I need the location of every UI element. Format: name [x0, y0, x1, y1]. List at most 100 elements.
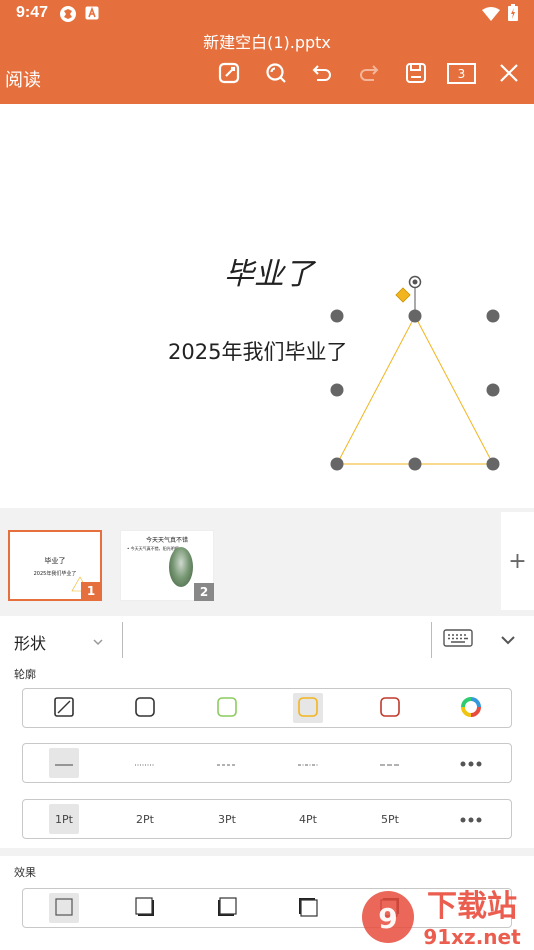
line-style-dash-dot[interactable] — [293, 748, 323, 778]
save-icon — [404, 61, 428, 89]
keyboard-button[interactable] — [443, 628, 473, 652]
shadow-icon — [134, 896, 156, 921]
outline-color-row — [22, 688, 512, 728]
status-bar: 9:47 — [0, 0, 534, 28]
line-style-dotted[interactable] — [130, 748, 160, 778]
site-watermark-logo: 9 下载站 91xz.net — [362, 889, 521, 949]
save-button[interactable] — [401, 60, 431, 90]
line-style-long-dash[interactable] — [375, 748, 405, 778]
slide-thumbnail-strip: 毕业了 2025年我们毕业了 1 今天天气真不错 • 今天天气真不错，阳光明媚 … — [0, 508, 534, 612]
line-long-dash-icon — [379, 757, 401, 770]
outline-color-yellow[interactable] — [293, 693, 323, 723]
thumb-photo — [169, 547, 193, 587]
divider — [431, 622, 432, 658]
add-slide-button[interactable]: + — [501, 512, 534, 610]
no-outline-icon — [54, 696, 74, 720]
outline-section: 轮廓 1Pt 2Pt 3Pt 4Pt 5Pt — [0, 664, 534, 848]
svg-text:91xz.net: 91xz.net — [423, 925, 521, 949]
line-width-more[interactable] — [456, 804, 486, 834]
shape-selector[interactable]: 形状 — [14, 630, 46, 654]
resize-handle-top-left[interactable] — [330, 309, 344, 323]
svg-text:下载站: 下载站 — [427, 889, 517, 924]
line-style-row — [22, 743, 512, 783]
effect-shadow-top-left[interactable] — [293, 893, 323, 923]
resize-handle-bottom-left[interactable] — [330, 457, 344, 471]
line-width-2pt[interactable]: 2Pt — [130, 804, 160, 834]
adjust-handle[interactable] — [395, 287, 411, 303]
close-button[interactable] — [494, 60, 524, 90]
wifi-icon — [482, 6, 500, 25]
resize-handle-bottom-right[interactable] — [486, 457, 500, 471]
line-width-5pt[interactable]: 5Pt — [375, 804, 405, 834]
edit-icon — [217, 61, 241, 89]
panel-header: 形状 — [0, 616, 534, 664]
resize-handle-left[interactable] — [330, 383, 344, 397]
outline-label: 轮廓 — [14, 668, 36, 681]
outline-color-green[interactable] — [212, 693, 242, 723]
line-solid-icon — [54, 757, 74, 770]
more-icon — [460, 813, 482, 826]
thumbnail-list: 毕业了 2025年我们毕业了 1 今天天气真不错 • 今天天气真不错，阳光明媚 … — [0, 512, 500, 610]
line-dotted-icon — [134, 757, 156, 770]
color-swatch-icon — [380, 696, 400, 720]
edit-button[interactable] — [214, 60, 244, 90]
more-icon — [460, 757, 482, 770]
thumb-number: 2 — [194, 583, 214, 601]
color-wheel-icon — [460, 696, 482, 721]
outline-color-red[interactable] — [375, 693, 405, 723]
undo-icon — [310, 61, 334, 89]
slide-thumbnail-2[interactable]: 今天天气真不错 • 今天天气真不错，阳光明媚 2 — [120, 530, 214, 601]
line-width-row: 1Pt 2Pt 3Pt 4Pt 5Pt — [22, 799, 512, 839]
redo-icon — [357, 61, 381, 89]
status-time: 9:47 — [16, 4, 49, 21]
resize-handle-top[interactable] — [408, 309, 422, 323]
rotation-handle-dot — [412, 279, 418, 285]
divider — [122, 622, 123, 658]
search-icon — [264, 61, 288, 89]
thumb-title: 今天天气真不错 — [145, 537, 188, 544]
thumb-title: 毕业了 — [44, 557, 66, 565]
effect-label: 效果 — [14, 866, 36, 879]
search-button[interactable] — [261, 60, 291, 90]
outline-color-more[interactable] — [456, 693, 486, 723]
outline-color-none[interactable] — [49, 693, 79, 723]
effect-none-icon — [54, 897, 74, 920]
undo-button[interactable] — [307, 60, 337, 90]
line-width-3pt[interactable]: 3Pt — [212, 804, 242, 834]
collapse-panel-button[interactable] — [498, 630, 518, 654]
line-dashed-icon — [216, 757, 238, 770]
slide-thumbnail-1[interactable]: 毕业了 2025年我们毕业了 1 — [8, 530, 102, 601]
thumb-number: 1 — [81, 582, 101, 600]
outline-color-black[interactable] — [130, 693, 160, 723]
line-width-4pt[interactable]: 4Pt — [293, 804, 323, 834]
line-dash-dot-icon — [297, 757, 319, 770]
a-notification-icon — [85, 5, 99, 24]
color-swatch-icon — [135, 696, 155, 720]
shadow-icon — [216, 896, 238, 921]
shadow-icon — [297, 896, 319, 921]
line-style-more[interactable] — [456, 748, 486, 778]
keyboard-icon — [443, 629, 473, 652]
resize-handle-top-right[interactable] — [486, 309, 500, 323]
selected-triangle-shape[interactable] — [320, 268, 510, 478]
slide-canvas[interactable]: 毕业了 2025年我们毕业了 — [0, 104, 534, 508]
chevron-down-icon — [92, 632, 104, 651]
resize-handle-right[interactable] — [486, 383, 500, 397]
effect-shadow-bottom-right[interactable] — [130, 893, 160, 923]
color-swatch-icon — [298, 696, 318, 720]
resize-handle-bottom[interactable] — [408, 457, 422, 471]
pages-button[interactable]: 3 — [447, 63, 476, 84]
effect-none[interactable] — [49, 893, 79, 923]
read-mode-button[interactable]: 阅读 — [5, 66, 41, 92]
effect-shadow-bottom-left[interactable] — [212, 893, 242, 923]
top-bar: 9:47 新建空白(1).pptx 阅读 3 — [0, 0, 534, 104]
thumb-bullet: • 今天天气真不错，阳光明媚 — [127, 546, 179, 551]
redo-button[interactable] — [354, 60, 384, 90]
line-style-dashed[interactable] — [212, 748, 242, 778]
line-style-solid[interactable] — [49, 748, 79, 778]
close-icon — [498, 62, 520, 88]
document-title: 新建空白(1).pptx — [203, 33, 331, 52]
battery-icon — [508, 4, 518, 25]
line-width-1pt[interactable]: 1Pt — [49, 804, 79, 834]
color-swatch-icon — [217, 696, 237, 720]
